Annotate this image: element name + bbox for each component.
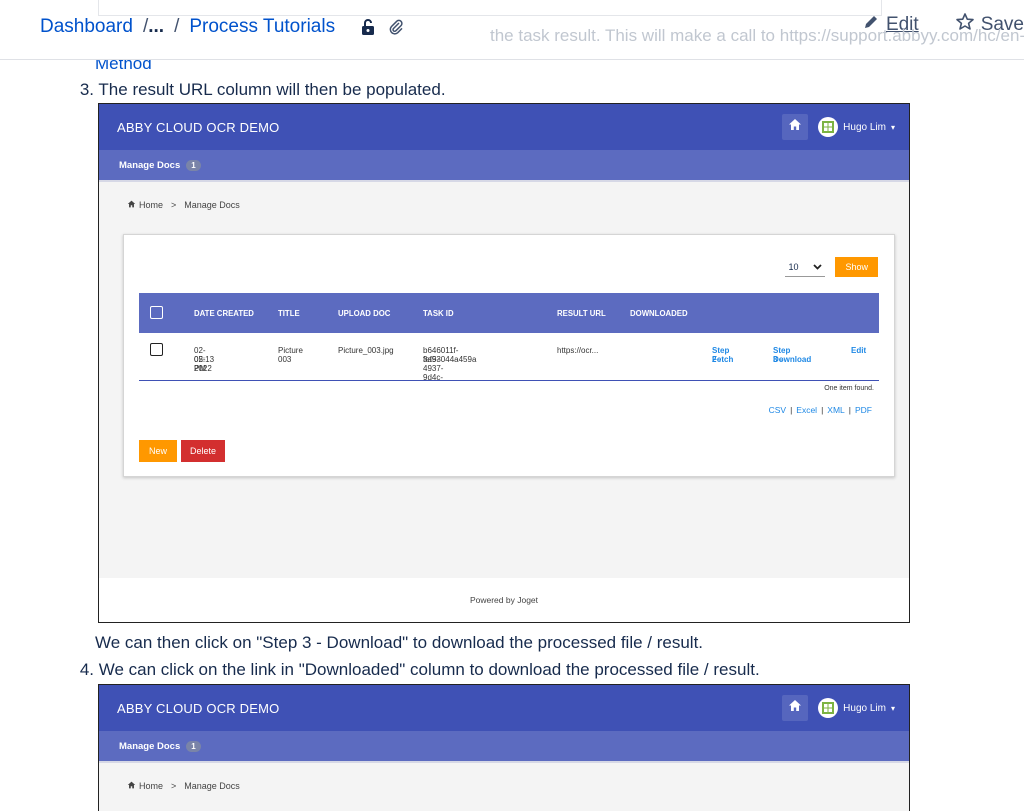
- crumb-home-label: Home: [139, 200, 164, 210]
- caret-down-icon: ▾: [890, 703, 895, 713]
- delete-button[interactable]: Delete: [181, 440, 226, 462]
- table-row: 02-05-2022 02:13 PM Picture 003 Picture_00…: [139, 333, 879, 382]
- export-separator: |: [848, 405, 851, 415]
- list-item-text: The result URL column will then be popul…: [98, 80, 446, 99]
- save-for-later-button[interactable]: Save: [955, 12, 1024, 38]
- nav-item-manage-docs[interactable]: Manage Docs: [119, 160, 180, 171]
- column-header[interactable]: RESULT URL: [557, 309, 606, 318]
- user-name: Hugo Lim: [843, 121, 886, 133]
- column-header[interactable]: TITLE: [278, 309, 300, 318]
- export-separator: |: [821, 405, 824, 415]
- app-breadcrumb: Home > Manage Docs: [99, 763, 909, 791]
- nav-count-badge: 1: [186, 159, 201, 171]
- save-label: Save: [980, 14, 1024, 35]
- chevron-down-icon: [813, 262, 823, 272]
- app-footer: Powered by Joget: [99, 578, 909, 622]
- pager-controls: 10 Show: [785, 257, 878, 277]
- caret-down-icon: ▾: [890, 122, 895, 132]
- datalist-panel: 10 Show DATE CREATED TITLE UPLOAD DOC TA…: [123, 234, 895, 477]
- home-icon: [127, 200, 136, 210]
- home-icon: [788, 118, 802, 136]
- column-header[interactable]: DATE CREATED: [194, 309, 254, 318]
- scrolled-content-box: [98, 0, 882, 16]
- screenshot-manage-docs-2: ABBY CLOUD OCR DEMO Hugo Lim ▾ Manage Do…: [98, 684, 910, 811]
- nav-count-badge: 1: [186, 740, 201, 752]
- export-xml-link[interactable]: XML: [827, 405, 844, 415]
- screenshot-manage-docs-1: ABBY CLOUD OCR DEMO Hugo Lim ▾ Manage Do…: [98, 103, 910, 623]
- list-item-step-3: 3. The result URL column will then be po…: [74, 80, 446, 100]
- nav-item-manage-docs[interactable]: Manage Docs: [119, 741, 180, 752]
- export-excel-link[interactable]: Excel: [796, 405, 817, 415]
- list-number: 3.: [79, 80, 94, 99]
- star-icon: [955, 12, 975, 38]
- app-title: ABBY CLOUD OCR DEMO: [117, 700, 280, 716]
- user-menu[interactable]: Hugo Lim ▾: [818, 117, 895, 137]
- cell-result-url: https://ocr...: [557, 346, 599, 355]
- breadcrumb-dashboard-link[interactable]: Dashboard: [40, 16, 133, 38]
- export-links: CSV | Excel | XML | PDF: [769, 405, 872, 415]
- breadcrumb-separator: /...: [142, 16, 165, 37]
- app-title: ABBY CLOUD OCR DEMO: [117, 119, 280, 135]
- subnav-bar: Manage Docs 1: [99, 150, 909, 182]
- unlock-icon[interactable]: [359, 18, 377, 36]
- show-button[interactable]: Show: [835, 257, 878, 277]
- crumb-home-link[interactable]: Home: [127, 200, 163, 210]
- pencil-icon: [862, 13, 880, 37]
- crumb-current: Manage Docs: [184, 200, 240, 210]
- home-button[interactable]: [782, 695, 809, 721]
- crumb-separator: >: [171, 200, 177, 210]
- action-buttons: New Delete: [139, 440, 226, 462]
- app-header: ABBY CLOUD OCR DEMO Hugo Lim ▾: [99, 104, 909, 150]
- column-header[interactable]: UPLOAD DOC: [338, 309, 390, 318]
- list-number: 4.: [79, 660, 94, 679]
- crumb-separator: >: [171, 781, 177, 791]
- user-menu[interactable]: Hugo Lim ▾: [818, 698, 895, 718]
- home-icon: [127, 781, 136, 791]
- avatar: [818, 698, 839, 718]
- page-size-value: 10: [788, 261, 799, 272]
- result-count-text: One item found.: [824, 385, 874, 392]
- page-size-select[interactable]: 10: [785, 257, 826, 277]
- breadcrumb: Dashboard /... / Process Tutorials: [40, 16, 405, 38]
- avatar: [818, 117, 839, 137]
- select-all-checkbox[interactable]: [150, 306, 163, 319]
- home-button[interactable]: [782, 114, 809, 140]
- subnav-bar: Manage Docs 1: [99, 731, 909, 763]
- home-icon: [788, 699, 802, 717]
- crumb-home-label: Home: [139, 781, 164, 791]
- column-header[interactable]: DOWNLOADED: [630, 309, 688, 318]
- export-pdf-link[interactable]: PDF: [855, 405, 872, 415]
- export-csv-link[interactable]: CSV: [769, 405, 786, 415]
- page-actions: Edit Save: [862, 12, 1024, 38]
- crumb-home-link[interactable]: Home: [127, 781, 163, 791]
- row-checkbox[interactable]: [150, 343, 163, 356]
- breadcrumb-process-tutorials-link[interactable]: Process Tutorials: [189, 16, 335, 38]
- breadcrumb-ellipsis[interactable]: ...: [148, 16, 164, 37]
- breadcrumb-separator: /: [174, 16, 180, 37]
- row-edit-link[interactable]: Edit: [851, 346, 866, 355]
- list-item-text: We can click on the link in "Downloaded"…: [98, 660, 760, 679]
- edit-label: Edit: [885, 14, 919, 35]
- cell-upload-doc[interactable]: Picture_003.jpg: [338, 346, 394, 355]
- list-item-step-4: 4. We can click on the link in "Download…: [74, 660, 760, 680]
- new-button[interactable]: New: [139, 440, 178, 462]
- export-separator: |: [790, 405, 793, 415]
- crumb-current: Manage Docs: [184, 781, 240, 791]
- app-breadcrumb: Home > Manage Docs: [99, 182, 909, 210]
- user-name: Hugo Lim: [843, 702, 886, 714]
- attachment-icon[interactable]: [387, 18, 405, 36]
- note-step-3-download: We can then click on "Step 3 - Download"…: [95, 633, 704, 652]
- app-header: ABBY CLOUD OCR DEMO Hugo Lim ▾: [99, 685, 909, 731]
- column-header[interactable]: TASK ID: [423, 309, 454, 318]
- table-header: DATE CREATED TITLE UPLOAD DOC TASK ID RE…: [139, 293, 879, 333]
